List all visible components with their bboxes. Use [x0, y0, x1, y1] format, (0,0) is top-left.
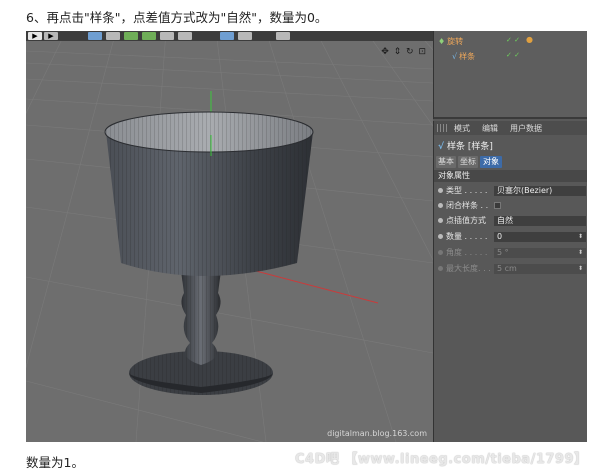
menu-mode[interactable]: 模式	[454, 123, 470, 134]
attribute-manager: 模式 编辑 用户数据 √ 样条 [样条] 基本 坐标 对象 对象属性 类型 . .…	[433, 121, 587, 442]
keyframe-dot-icon[interactable]	[438, 234, 443, 239]
pen-tool-icon[interactable]	[106, 32, 120, 40]
object-item-lathe[interactable]: ♦ 旋转 ✓ ✓	[438, 36, 520, 47]
scene-tool-icon[interactable]	[178, 32, 192, 40]
site-watermark: digitalman.blog.163.com	[327, 429, 427, 438]
angle-input: 5 ° ⬍	[494, 248, 586, 258]
field-interpolation: 点插值方式 自然	[434, 214, 587, 228]
section-header: 对象属性	[434, 170, 587, 182]
viewport-nav-icons[interactable]: ✥ ⇕ ↻ ⊡	[381, 47, 427, 57]
field-max-length: 最大长度. . . 5 cm ⬍	[434, 262, 587, 276]
forum-watermark: C4D吧 【www.lineeg.com/tieba/1799】	[295, 452, 588, 467]
spline-icon: √	[438, 142, 445, 152]
type-select[interactable]: 贝塞尔(Bezier)	[494, 186, 586, 196]
grip-icon[interactable]	[437, 124, 447, 132]
viewport-scene	[26, 31, 433, 442]
keyframe-dot-icon[interactable]	[438, 218, 443, 223]
play-button[interactable]: ▶	[44, 32, 58, 40]
attribute-menu-bar: 模式 编辑 用户数据	[434, 121, 587, 135]
close-spline-checkbox[interactable]	[494, 202, 501, 209]
light-tool-icon[interactable]	[276, 32, 290, 40]
visibility-checks[interactable]: ✓ ✓	[506, 36, 520, 44]
cinema4d-window: ▶ ▶ ✥ ⇕ ↻ ⊡ digitalman.blog.163.com ♦ 旋转 …	[26, 31, 587, 442]
array-tool-icon[interactable]	[142, 32, 156, 40]
instruction-text: 6、再点击"样条"，点差值方式改为"自然"，数量为0。	[26, 10, 328, 25]
floor-tool-icon[interactable]	[220, 32, 234, 40]
deformer-tool-icon[interactable]	[160, 32, 174, 40]
object-label: 旋转	[447, 37, 464, 46]
field-angle: 角度 . . . . . 5 ° ⬍	[434, 246, 587, 260]
object-manager: ♦ 旋转 ✓ ✓ ● √ 样条 ✓ ✓	[433, 31, 587, 119]
field-type: 类型 . . . . . 贝塞尔(Bezier)	[434, 184, 587, 198]
spinner-icon: ⬍	[577, 249, 583, 256]
keyframe-dot-icon[interactable]	[438, 188, 443, 193]
field-label: 角度 . . . . .	[446, 248, 488, 257]
keyframe-dot-icon	[438, 250, 443, 255]
tab-object[interactable]: 对象	[480, 156, 502, 168]
menu-user-data[interactable]: 用户数据	[510, 123, 542, 134]
menu-edit[interactable]: 编辑	[482, 123, 498, 134]
object-label: 样条	[459, 52, 476, 61]
divider	[434, 117, 587, 119]
spinner-icon[interactable]: ⬍	[578, 232, 583, 242]
tag-icon: ●	[526, 35, 533, 44]
spinner-icon: ⬍	[577, 265, 583, 272]
field-number: 数量 . . . . . 0 ⬍	[434, 230, 587, 244]
field-close-spline: 闭合样条 . .	[434, 199, 587, 213]
tab-basic[interactable]: 基本	[436, 156, 456, 168]
spline-icon: √	[452, 52, 458, 61]
record-button[interactable]: ▶	[28, 32, 42, 40]
keyframe-dot-icon[interactable]	[438, 203, 443, 208]
max-length-input: 5 cm ⬍	[494, 264, 586, 274]
caption-text: 数量为1。	[26, 455, 84, 470]
visibility-checks[interactable]: ✓ ✓	[506, 51, 520, 59]
3d-viewport[interactable]: ▶ ▶ ✥ ⇕ ↻ ⊡ digitalman.blog.163.com	[26, 31, 433, 442]
tab-coordinates[interactable]: 坐标	[458, 156, 478, 168]
field-label: 类型 . . . . .	[446, 186, 488, 195]
object-item-spline[interactable]: √ 样条 ✓ ✓	[452, 51, 520, 62]
nurbs-tool-icon[interactable]	[124, 32, 138, 40]
keyframe-dot-icon	[438, 266, 443, 271]
field-label: 闭合样条 . .	[446, 201, 489, 210]
field-label: 最大长度. . .	[446, 264, 491, 273]
viewport-toolbar: ▶ ▶	[26, 31, 433, 41]
camera-tool-icon[interactable]	[238, 32, 252, 40]
interpolation-select[interactable]: 自然	[494, 216, 586, 226]
lathe-icon: ♦	[438, 37, 446, 46]
field-label: 点插值方式	[446, 216, 486, 225]
object-title: √ 样条 [样条]	[438, 142, 493, 152]
cube-tool-icon[interactable]	[88, 32, 102, 40]
number-input[interactable]: 0 ⬍	[494, 232, 586, 242]
field-label: 数量 . . . . .	[446, 232, 488, 241]
